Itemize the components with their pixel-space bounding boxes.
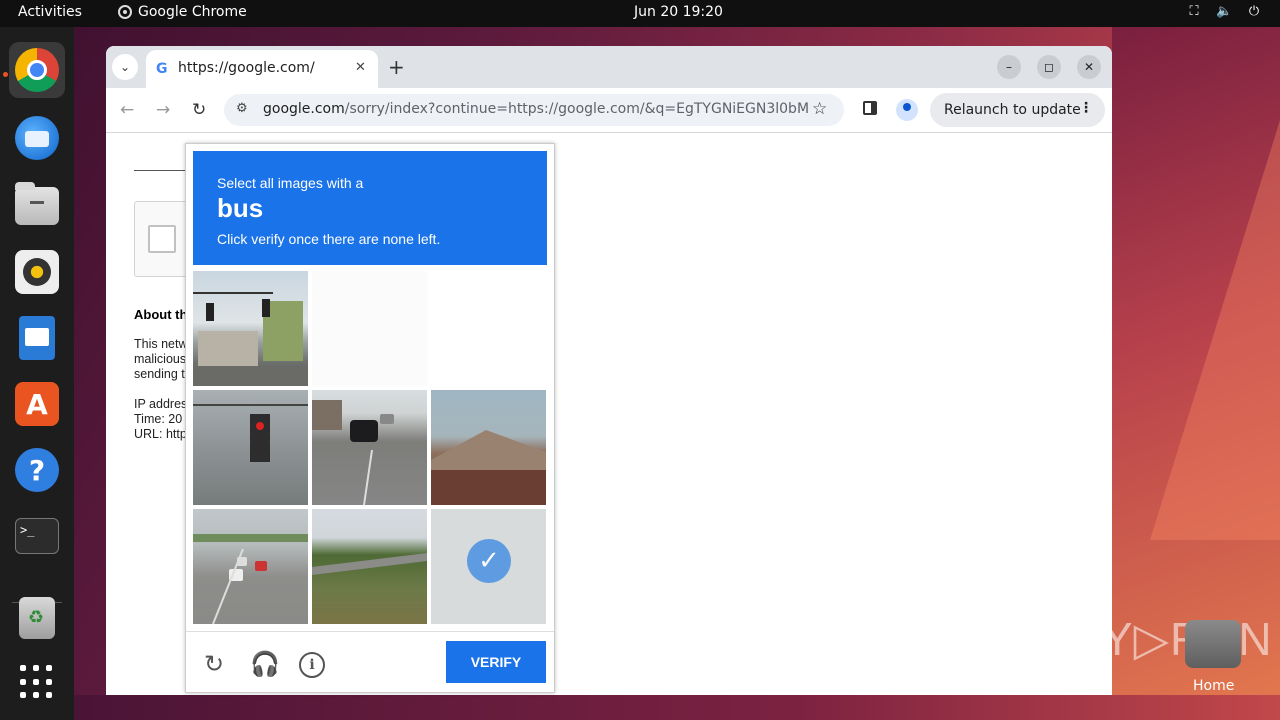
info-icon[interactable]: i <box>299 652 325 678</box>
dock-thunderbird[interactable] <box>9 110 65 166</box>
info-line: Time: 20 <box>134 412 183 426</box>
tile-image <box>312 553 427 575</box>
tile-image <box>312 400 394 505</box>
audio-challenge-icon[interactable]: 🎧 <box>250 650 280 678</box>
profile-avatar[interactable] <box>896 99 918 121</box>
captcha-tile[interactable] <box>312 509 427 624</box>
relaunch-label: Relaunch to update <box>944 102 1081 118</box>
url-text[interactable]: google.com/sorry/index?continue=https://… <box>263 101 808 117</box>
chrome-icon <box>15 48 59 92</box>
rhythmbox-icon <box>15 250 59 294</box>
about-heading: About th <box>134 307 186 322</box>
tab-title: https://google.com/ <box>178 60 315 76</box>
power-icon: ⏻ <box>1248 4 1260 19</box>
tab-google[interactable]: G https://google.com/ ✕ <box>146 50 378 88</box>
network-icon: ⛶ <box>1189 4 1199 19</box>
dock: A ? >_ <box>0 27 74 720</box>
app-store-icon: A <box>15 382 59 426</box>
apps-grid-icon <box>20 665 54 699</box>
captcha-tile[interactable] <box>312 390 427 505</box>
minimize-button[interactable]: – <box>997 55 1021 79</box>
dock-software[interactable]: A <box>9 376 65 432</box>
paragraph-line: sending t <box>134 367 185 381</box>
address-bar[interactable]: ⚙ google.com/sorry/index?continue=https:… <box>224 94 844 126</box>
close-icon: ✕ <box>1083 60 1095 74</box>
app-name: Google Chrome <box>138 4 247 20</box>
reload-challenge-icon[interactable]: ↻ <box>204 650 224 678</box>
dock-trash[interactable] <box>9 590 65 646</box>
reload-button[interactable]: ↻ <box>192 100 206 120</box>
files-icon <box>15 182 59 225</box>
dock-writer[interactable] <box>9 310 65 366</box>
dock-terminal[interactable]: >_ <box>9 508 65 564</box>
relaunch-button[interactable]: Relaunch to update ⋮ <box>930 93 1105 127</box>
captcha-tile[interactable] <box>193 390 308 505</box>
close-window-button[interactable]: ✕ <box>1077 55 1101 79</box>
show-apps-button[interactable] <box>9 654 65 710</box>
tab-search-button[interactable]: ⌄ <box>112 54 138 80</box>
system-tray[interactable]: ⛶ 🔈 ⏻ <box>1186 4 1262 19</box>
checkmark-icon: ✓ <box>467 539 511 583</box>
volume-icon: 🔈 <box>1216 4 1233 19</box>
help-icon: ? <box>15 448 59 492</box>
tile-image <box>193 292 308 386</box>
tab-strip: ⌄ G https://google.com/ ✕ + – ◻ ✕ <box>106 46 1112 88</box>
tile-image <box>193 404 308 462</box>
maximize-button[interactable]: ◻ <box>1037 55 1061 79</box>
url-domain: google.com <box>263 101 345 117</box>
new-tab-button[interactable]: + <box>388 55 405 79</box>
tile-image <box>193 534 308 624</box>
paragraph-line: malicious <box>134 352 186 366</box>
captcha-keyword: bus <box>217 193 264 223</box>
chevron-down-icon: ⌄ <box>119 60 131 74</box>
captcha-tile[interactable] <box>312 271 427 386</box>
captcha-line3: Click verify once there are none left. <box>217 231 441 247</box>
verify-button[interactable]: VERIFY <box>446 641 546 683</box>
captcha-tile[interactable] <box>431 271 546 386</box>
captcha-instructions: Select all images with a bus Click verif… <box>193 151 547 265</box>
captcha-tile[interactable]: ✓ <box>431 509 546 624</box>
dock-chrome[interactable] <box>9 42 65 98</box>
writer-icon <box>19 316 55 360</box>
bookmark-star-icon[interactable]: ☆ <box>812 99 827 119</box>
wallpaper-accent <box>74 695 1280 720</box>
captcha-tile[interactable] <box>193 509 308 624</box>
home-folder-icon[interactable] <box>1185 620 1241 668</box>
dock-help[interactable]: ? <box>9 442 65 498</box>
trash-icon <box>19 597 55 639</box>
activities-button[interactable]: Activities <box>18 4 82 20</box>
captcha-tile[interactable] <box>431 390 546 505</box>
recaptcha-checkbox[interactable] <box>148 225 176 253</box>
browser-toolbar: ← → ↻ ⚙ google.com/sorry/index?continue=… <box>106 88 1112 133</box>
dock-files[interactable] <box>9 178 65 234</box>
top-bar: Activities Google Chrome Jun 20 19:20 ⛶ … <box>0 0 1280 27</box>
close-tab-icon[interactable]: ✕ <box>355 60 366 75</box>
url-path: /sorry/index?continue=https://google.com… <box>344 101 808 117</box>
clock[interactable]: Jun 20 19:20 <box>634 4 723 20</box>
back-button[interactable]: ← <box>120 100 134 120</box>
terminal-icon: >_ <box>15 518 59 554</box>
thunderbird-icon <box>15 116 59 160</box>
captcha-line1: Select all images with a <box>217 175 364 191</box>
wallpaper-accent <box>1150 120 1280 540</box>
paragraph-line: This netw <box>134 337 186 351</box>
captcha-tile[interactable] <box>193 271 308 386</box>
home-label: Home <box>1193 678 1235 694</box>
minimize-icon: – <box>1006 60 1012 74</box>
site-info-icon[interactable]: ⚙ <box>236 101 248 116</box>
chrome-small-icon <box>118 5 132 19</box>
captcha-challenge: Select all images with a bus Click verif… <box>185 143 555 693</box>
side-panel-icon[interactable] <box>863 101 877 115</box>
running-indicator <box>3 72 8 77</box>
google-favicon-icon: G <box>156 61 168 77</box>
maximize-icon: ◻ <box>1044 60 1054 74</box>
tile-image <box>431 430 546 505</box>
forward-button[interactable]: → <box>156 100 170 120</box>
info-line: URL: http <box>134 427 186 441</box>
menu-dots-icon[interactable]: ⋮ <box>1079 100 1093 116</box>
footer-divider <box>186 631 554 632</box>
app-menu[interactable]: Google Chrome <box>118 4 247 20</box>
info-line: IP addres <box>134 397 186 411</box>
dock-rhythmbox[interactable] <box>9 244 65 300</box>
